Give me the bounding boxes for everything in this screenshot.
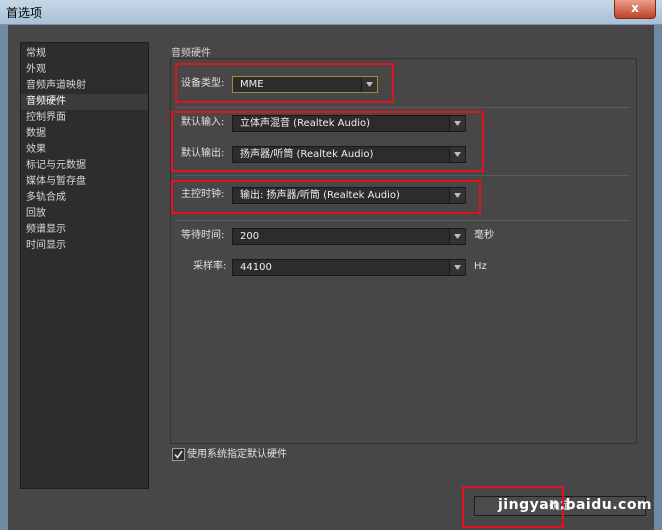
sample-rate-unit: Hz <box>474 261 487 272</box>
default-input-dropdown[interactable]: 立体声混音 (Realtek Audio) <box>232 115 466 132</box>
latency-dropdown[interactable]: 200 <box>232 228 466 245</box>
sidebar-item-appearance[interactable]: 外观 <box>21 62 148 78</box>
latency-label: 等待时间: <box>181 230 225 241</box>
preferences-dialog: 常规 外观 音频声道映射 音频硬件 控制界面 数据 效果 标记与元数据 媒体与暂… <box>8 25 654 530</box>
sidebar-item-effects[interactable]: 效果 <box>21 142 148 158</box>
chevron-down-icon <box>449 229 465 244</box>
close-icon: x <box>631 1 639 15</box>
close-button[interactable]: x <box>614 0 656 19</box>
use-system-default-checkbox[interactable] <box>172 448 185 461</box>
sample-rate-label: 采样率: <box>193 261 227 272</box>
divider <box>176 175 629 176</box>
sidebar-item-data[interactable]: 数据 <box>21 126 148 142</box>
chevron-down-icon <box>449 260 465 275</box>
default-output-label: 默认输出: <box>181 148 225 159</box>
divider <box>176 107 629 108</box>
sidebar-item-markers-metadata[interactable]: 标记与元数据 <box>21 158 148 174</box>
master-clock-value: 输出: 扬声器/听筒 (Realtek Audio) <box>240 190 400 201</box>
window-title: 首选项 <box>6 6 43 20</box>
device-type-label: 设备类型: <box>181 78 225 89</box>
use-system-default-label: 使用系统指定默认硬件 <box>187 449 287 460</box>
latency-unit: 毫秒 <box>474 230 494 241</box>
chevron-down-icon <box>449 147 465 162</box>
sidebar-item-general[interactable]: 常规 <box>21 46 148 62</box>
watermark: jingyan.baidu.com <box>498 497 653 513</box>
master-clock-dropdown[interactable]: 输出: 扬声器/听筒 (Realtek Audio) <box>232 187 466 204</box>
sidebar-item-control-surface[interactable]: 控制界面 <box>21 110 148 126</box>
sample-rate-dropdown[interactable]: 44100 <box>232 259 466 276</box>
device-type-dropdown[interactable]: MME <box>232 76 378 93</box>
device-type-value: MME <box>240 79 264 90</box>
default-output-dropdown[interactable]: 扬声器/听筒 (Realtek Audio) <box>232 146 466 163</box>
latency-value: 200 <box>240 231 260 242</box>
chevron-down-icon <box>449 188 465 203</box>
sidebar-item-media-disk-cache[interactable]: 媒体与暂存盘 <box>21 174 148 190</box>
category-list: 常规 外观 音频声道映射 音频硬件 控制界面 数据 效果 标记与元数据 媒体与暂… <box>20 42 149 489</box>
sidebar-item-audio-hardware[interactable]: 音频硬件 <box>21 94 148 110</box>
title-bar: 首选项 x <box>0 0 662 25</box>
default-input-label: 默认输入: <box>181 117 225 128</box>
sidebar-item-time-display[interactable]: 时间显示 <box>21 238 148 254</box>
sidebar-item-audio-channel-mapping[interactable]: 音频声道映射 <box>21 78 148 94</box>
default-input-value: 立体声混音 (Realtek Audio) <box>240 118 371 129</box>
checkmark-icon <box>174 450 183 459</box>
divider <box>176 220 629 221</box>
default-output-value: 扬声器/听筒 (Realtek Audio) <box>240 149 374 160</box>
sidebar-item-spectral-display[interactable]: 频谱显示 <box>21 222 148 238</box>
master-clock-label: 主控时钟: <box>181 189 225 200</box>
chevron-down-icon <box>449 116 465 131</box>
chevron-down-icon <box>361 77 377 92</box>
section-title: 音频硬件 <box>171 48 211 59</box>
sidebar-item-multitrack[interactable]: 多轨合成 <box>21 190 148 206</box>
sidebar-item-playback[interactable]: 回放 <box>21 206 148 222</box>
sample-rate-value: 44100 <box>240 262 272 273</box>
